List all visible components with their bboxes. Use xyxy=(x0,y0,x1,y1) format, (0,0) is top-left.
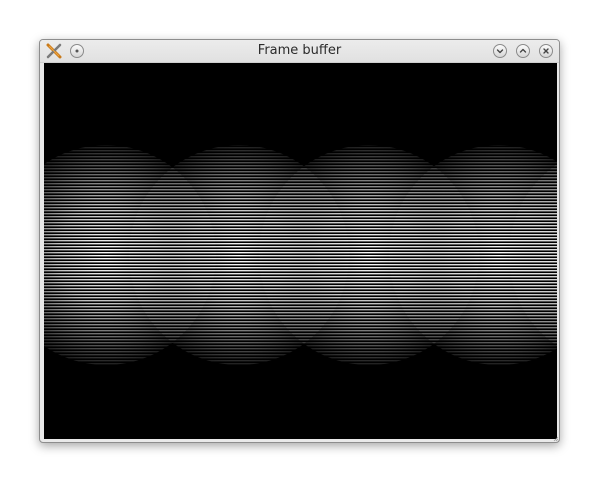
striped-disk xyxy=(509,145,557,365)
title-bar[interactable]: Frame buffer xyxy=(40,40,559,63)
window-title: Frame buffer xyxy=(257,43,342,58)
resize-grip-icon[interactable] xyxy=(553,436,559,442)
frame-buffer-window: Frame buffer xyxy=(39,39,560,443)
minimize-icon xyxy=(496,49,504,54)
close-icon xyxy=(543,48,549,54)
frame-buffer-image xyxy=(44,63,557,439)
frame-buffer-canvas[interactable] xyxy=(44,63,557,439)
maximize-icon xyxy=(519,48,527,53)
minimize-button[interactable] xyxy=(493,44,507,58)
close-button[interactable] xyxy=(539,44,553,58)
maximize-button[interactable] xyxy=(516,44,530,58)
